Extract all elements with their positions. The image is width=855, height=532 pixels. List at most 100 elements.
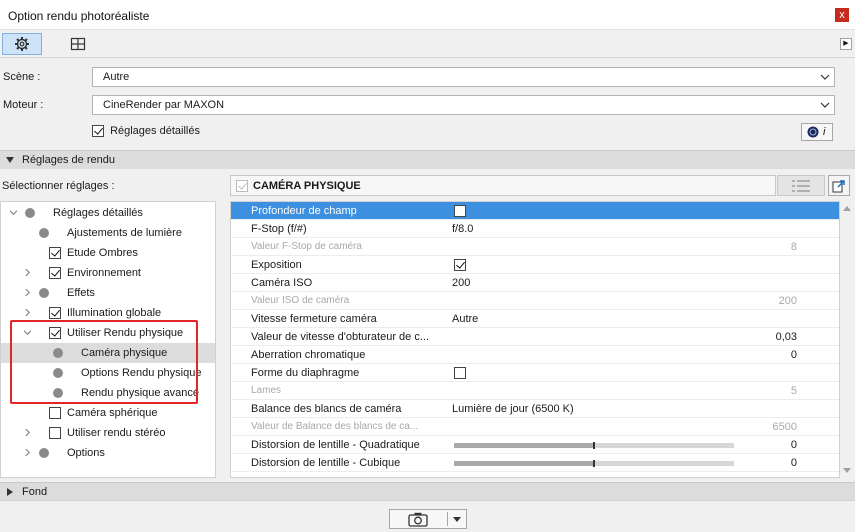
tree-item-label: Illumination globale <box>67 307 162 319</box>
param-row[interactable]: Valeur de vitesse d'obturateur de c... 0,… <box>231 328 839 346</box>
slider-fill <box>454 461 594 466</box>
param-row[interactable]: Forme du diaphragme <box>231 364 839 382</box>
param-slider[interactable] <box>454 460 734 467</box>
dropdown-arrow-icon[interactable] <box>453 517 461 522</box>
list-view-button[interactable] <box>777 175 825 196</box>
detailed-settings-label: Réglages détaillés <box>110 125 200 138</box>
param-checkbox[interactable] <box>454 205 466 217</box>
checkbox[interactable] <box>49 307 61 319</box>
param-value[interactable]: 200 <box>779 295 797 307</box>
param-value[interactable]: 0 <box>791 457 797 469</box>
vertical-scrollbar[interactable] <box>840 201 854 478</box>
chevron-right-icon[interactable] <box>24 269 31 276</box>
param-row[interactable]: Lames 5 <box>231 382 839 400</box>
param-row[interactable]: Balance des blancs de caméra Lumière de j… <box>231 400 839 418</box>
chevron-right-icon[interactable] <box>24 449 31 456</box>
scroll-up-icon[interactable] <box>843 206 851 211</box>
toolbar: ▶ <box>0 30 855 58</box>
slider-handle[interactable] <box>593 460 595 467</box>
slider-handle[interactable] <box>593 442 595 449</box>
param-name: Aberration chromatique <box>251 349 366 361</box>
tree-item[interactable]: Environnement <box>1 263 215 283</box>
param-row[interactable]: Vitesse fermeture caméra Autre <box>231 310 839 328</box>
parameter-grid[interactable]: Profondeur de champ F-Stop (f/#) f/8.0 Vale… <box>230 201 840 478</box>
tree-item[interactable]: Effets <box>1 283 215 303</box>
engine-value: CineRender par MAXON <box>103 99 225 111</box>
chevron-right-icon[interactable] <box>24 309 31 316</box>
tree-item[interactable]: Ajustements de lumière <box>1 223 215 243</box>
size-tab[interactable] <box>58 33 98 55</box>
param-value[interactable]: f/8.0 <box>452 223 473 235</box>
tree-item-label: Ajustements de lumière <box>67 227 182 239</box>
engine-info-button[interactable]: i <box>801 123 833 141</box>
collapse-triangle-icon <box>6 157 14 163</box>
scroll-down-icon[interactable] <box>843 468 851 473</box>
param-name: Distorsion de lentille - Quadratique <box>251 439 420 451</box>
param-value[interactable]: 0,03 <box>776 331 797 343</box>
param-row[interactable]: Exposition <box>231 256 839 274</box>
render-settings-section[interactable]: Réglages de rendu <box>0 150 855 169</box>
param-row[interactable]: F-Stop (f/#) f/8.0 <box>231 220 839 238</box>
param-row[interactable]: Distorsion de lentille - Quadratique 0 <box>231 436 839 454</box>
param-name: Profondeur de champ <box>251 205 357 217</box>
chevron-down-icon[interactable] <box>10 209 17 216</box>
scene-select[interactable]: Autre <box>92 67 835 87</box>
param-name: Distorsion de lentille - Cubique <box>251 457 401 469</box>
param-value[interactable]: Autre <box>452 313 478 325</box>
tree-item-label: Caméra sphérique <box>67 407 158 419</box>
param-value[interactable]: 0 <box>791 349 797 361</box>
param-name: Valeur F-Stop de caméra <box>251 241 362 252</box>
export-button[interactable] <box>828 175 850 196</box>
tree-item[interactable]: Caméra sphérique <box>1 403 215 423</box>
layout-panel-icon <box>70 37 86 51</box>
detailed-settings-checkbox[interactable]: Réglages détaillés <box>92 125 200 138</box>
settings-tab[interactable] <box>2 33 42 55</box>
close-button[interactable]: x <box>835 8 849 22</box>
param-value[interactable]: 200 <box>452 277 470 289</box>
param-checkbox[interactable] <box>454 367 466 379</box>
param-row[interactable]: Aberration chromatique 0 <box>231 346 839 364</box>
param-name: Valeur de vitesse d'obturateur de c... <box>251 331 429 343</box>
param-value[interactable]: 8 <box>791 241 797 253</box>
tree-item[interactable]: Options <box>1 443 215 463</box>
tree-item[interactable]: Etude Ombres <box>1 243 215 263</box>
engine-label: Moteur : <box>3 99 44 111</box>
chevron-right-icon[interactable] <box>24 289 31 296</box>
background-section[interactable]: Fond <box>0 482 855 501</box>
panel-title-checkbox <box>236 180 248 192</box>
cinema4d-logo-icon <box>807 126 819 138</box>
dot-icon <box>39 288 49 298</box>
param-value[interactable]: 6500 <box>773 421 797 433</box>
param-slider[interactable] <box>454 442 734 449</box>
param-row[interactable]: Profondeur de champ <box>231 202 839 220</box>
checkbox[interactable] <box>49 247 61 259</box>
scene-label: Scène : <box>3 71 41 83</box>
param-name: F-Stop (f/#) <box>251 223 307 235</box>
param-value[interactable]: 5 <box>791 385 797 397</box>
select-settings-label: Sélectionner réglages : <box>2 180 115 192</box>
checkbox[interactable] <box>49 427 61 439</box>
render-button[interactable] <box>389 509 467 529</box>
param-row[interactable]: Valeur F-Stop de caméra 8 <box>231 238 839 256</box>
dot-icon <box>39 228 49 238</box>
param-row[interactable]: Caméra ISO 200 <box>231 274 839 292</box>
param-value[interactable]: Lumière de jour (6500 K) <box>452 403 574 415</box>
expand-arrow-button[interactable]: ▶ <box>840 38 852 50</box>
param-value[interactable]: 0 <box>791 439 797 451</box>
param-row[interactable]: Valeur de Balance des blancs de ca... 650… <box>231 418 839 436</box>
separator <box>447 512 448 526</box>
chevron-right-icon[interactable] <box>24 429 31 436</box>
tree-item[interactable]: Utiliser rendu stéréo <box>1 423 215 443</box>
checkbox[interactable] <box>49 267 61 279</box>
param-checkbox[interactable] <box>454 259 466 271</box>
engine-select[interactable]: CineRender par MAXON <box>92 95 835 115</box>
param-row[interactable]: Distorsion de lentille - Cubique 0 <box>231 454 839 472</box>
expand-triangle-icon <box>7 488 13 496</box>
tree-item-label: Etude Ombres <box>67 247 138 259</box>
checkbox[interactable] <box>92 125 104 138</box>
tree-item[interactable]: Réglages détaillés <box>1 203 215 223</box>
param-row[interactable]: Valeur ISO de caméra 200 <box>231 292 839 310</box>
checkbox[interactable] <box>49 407 61 419</box>
list-icon <box>792 179 810 192</box>
tree-item-label: Réglages détaillés <box>53 207 143 219</box>
